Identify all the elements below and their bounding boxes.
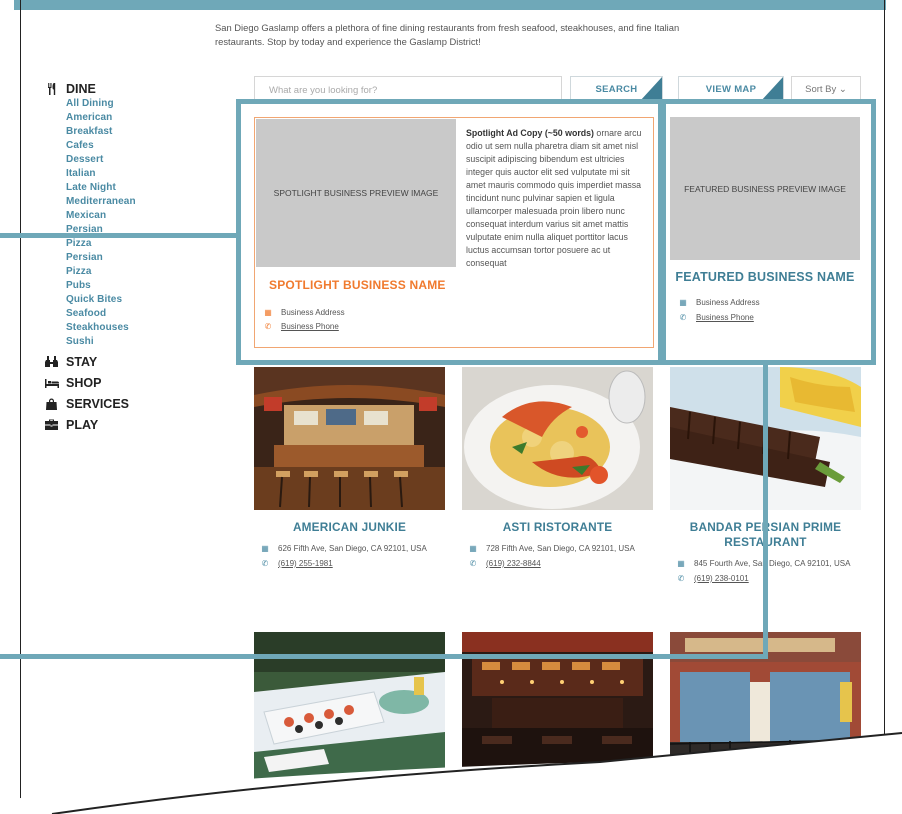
subcategory-link[interactable]: Late Night	[66, 181, 234, 195]
restaurant-phone-link[interactable]: (619) 238-0101	[694, 574, 749, 583]
sidebar-item-services[interactable]: SERVICES	[44, 393, 234, 414]
binoculars-icon	[44, 356, 59, 368]
category-sidebar: DINE All Dining American Breakfast Cafes…	[44, 78, 234, 435]
restaurant-address-text: 845 Fourth Ave, San Diego, CA 92101, USA	[694, 559, 851, 568]
sidebar-label-stay: STAY	[66, 354, 98, 369]
subcategory-link[interactable]: Seafood	[66, 307, 234, 321]
subcategory-link[interactable]: Pizza	[66, 265, 234, 279]
subcategory-link[interactable]: Mediterranean	[66, 195, 234, 209]
callout-line-featured-horizontal	[0, 654, 768, 659]
bed-icon	[44, 377, 59, 389]
briefcase-icon	[44, 419, 59, 431]
sidebar-label-play: PLAY	[66, 417, 99, 432]
phone-icon: ✆	[677, 574, 685, 583]
search-button-label: SEARCH	[595, 83, 638, 95]
restaurant-name[interactable]: ASTI RISTORANTE	[462, 520, 653, 535]
restaurant-address-text: 626 Fifth Ave, San Diego, CA 92101, USA	[278, 544, 427, 553]
restaurant-phone-link[interactable]: (619) 232-8844	[486, 559, 541, 568]
restaurant-name[interactable]: AMERICAN JUNKIE	[254, 520, 445, 535]
restaurant-address: ▦ 728 Fifth Ave, San Diego, CA 92101, US…	[462, 541, 653, 556]
sidebar-label-shop: SHOP	[66, 375, 102, 390]
restaurant-phone[interactable]: ✆ (619) 255-1981	[254, 556, 445, 571]
featured-highlight-box	[661, 99, 876, 365]
fork-knife-icon	[44, 82, 59, 95]
highlight-top-bar	[14, 0, 886, 10]
corner-accent-icon	[761, 77, 783, 101]
restaurant-address: ▦ 626 Fifth Ave, San Diego, CA 92101, US…	[254, 541, 445, 556]
subcategory-link[interactable]: Cafes	[66, 139, 234, 153]
map-icon: ▦	[677, 559, 685, 568]
subcategory-link[interactable]: Steakhouses	[66, 321, 234, 335]
subcategory-link[interactable]: Mexican	[66, 209, 234, 223]
sidebar-label-services: SERVICES	[66, 396, 129, 411]
callout-line-featured-vertical	[763, 362, 768, 659]
restaurant-phone-link[interactable]: (619) 255-1981	[278, 559, 333, 568]
sort-label: Sort By ⌄	[805, 83, 847, 95]
subcategory-link[interactable]: American	[66, 111, 234, 125]
sidebar-item-play[interactable]: PLAY	[44, 414, 234, 435]
corner-accent-icon	[640, 77, 662, 101]
restaurant-address-text: 728 Fifth Ave, San Diego, CA 92101, USA	[486, 544, 635, 553]
callout-line-spotlight	[0, 233, 240, 238]
intro-text: San Diego Gaslamp offers a plethora of f…	[215, 22, 680, 47]
bag-icon	[44, 398, 59, 410]
subcategory-link[interactable]: Persian	[66, 251, 234, 265]
sidebar-item-shop[interactable]: SHOP	[44, 372, 234, 393]
subcategory-link[interactable]: Sushi	[66, 335, 234, 349]
map-icon: ▦	[261, 544, 269, 553]
map-icon: ▦	[469, 544, 477, 553]
restaurant-card[interactable]: AMERICAN JUNKIE ▦ 626 Fifth Ave, San Die…	[254, 367, 445, 571]
sidebar-item-stay[interactable]: STAY	[44, 351, 234, 372]
page-frame-right	[884, 0, 885, 745]
restaurant-photo	[254, 367, 445, 510]
spotlight-highlight-box	[236, 99, 663, 365]
subcategory-link[interactable]: Breakfast	[66, 125, 234, 139]
subcategory-link[interactable]: Quick Bites	[66, 293, 234, 307]
sidebar-label-dine: DINE	[66, 81, 96, 96]
page-frame-left	[20, 0, 21, 814]
phone-icon: ✆	[469, 559, 477, 568]
restaurant-name-partial[interactable]: BANG	[314, 783, 349, 797]
subcategory-link[interactable]: All Dining	[66, 97, 234, 111]
sidebar-item-dine[interactable]: DINE	[44, 78, 234, 99]
dine-subcategory-list: All Dining American Breakfast Cafes Dess…	[44, 97, 234, 349]
phone-icon: ✆	[261, 559, 269, 568]
subcategory-link[interactable]: Dessert	[66, 153, 234, 167]
restaurant-photo	[462, 367, 653, 510]
view-map-label: VIEW MAP	[705, 83, 757, 95]
restaurant-card[interactable]: ASTI RISTORANTE ▦ 728 Fifth Ave, San Die…	[462, 367, 653, 571]
subcategory-link[interactable]: Italian	[66, 167, 234, 181]
restaurant-phone[interactable]: ✆ (619) 232-8844	[462, 556, 653, 571]
subcategory-link[interactable]: Pubs	[66, 279, 234, 293]
subcategory-link[interactable]: Pizza	[66, 237, 234, 251]
